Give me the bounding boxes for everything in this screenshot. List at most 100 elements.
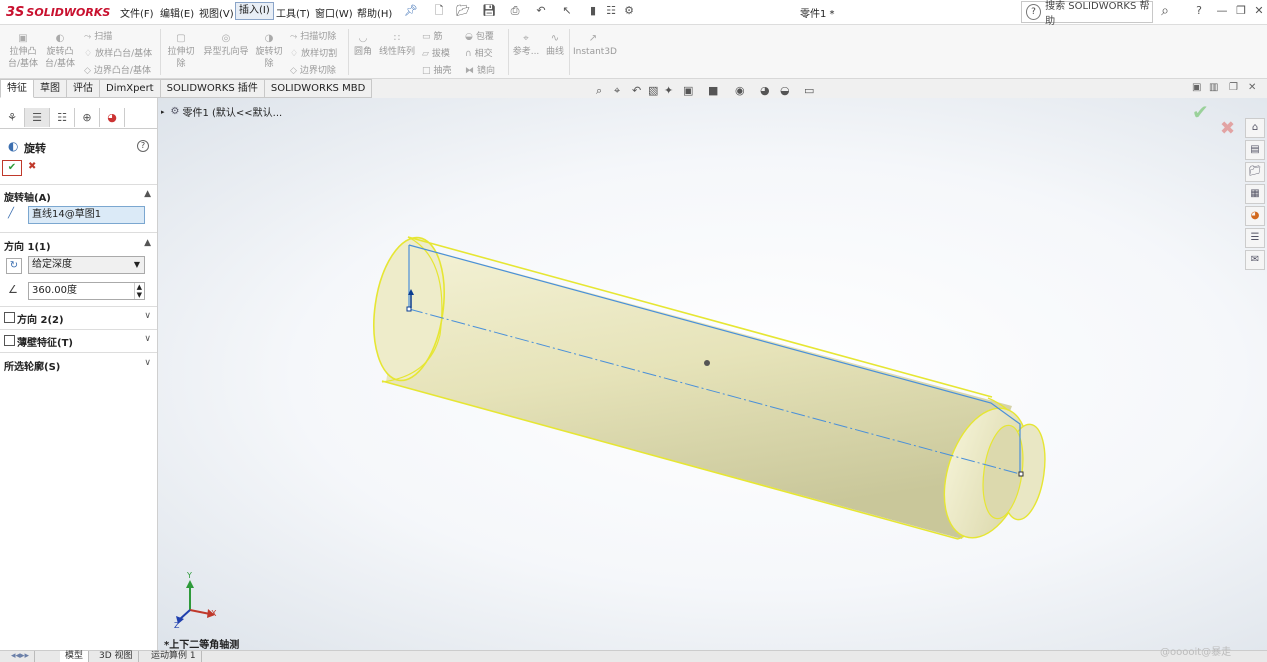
display-style-icon[interactable]: ■ [708,84,718,97]
tab-dimxpert[interactable]: DimXpert [100,79,161,98]
view-palette-icon[interactable]: ▦ [1245,184,1265,204]
thin-feature-checkbox[interactable] [4,335,15,346]
rib-button[interactable]: ▭ 筋 [422,29,443,42]
revolve-boss-button[interactable]: ◐ 旋转凸台/基体 [43,33,77,70]
revolved-part[interactable] [365,233,1050,548]
linear-pattern-button[interactable]: ∷ 线性阵列 [377,33,417,58]
direction2-checkbox[interactable] [4,312,15,323]
feature-manager-tab-icon[interactable]: ⚘ [0,108,25,127]
apply-scene-icon[interactable]: ◒ [780,84,790,97]
search-icon[interactable]: ⌕ [1158,4,1172,18]
help-menu-icon[interactable]: ? [1192,4,1206,18]
hole-wizard-button[interactable]: ◎ 异型孔向导 [202,33,250,58]
ok-check-button[interactable]: ✔ [2,160,22,176]
help-search-box[interactable]: ? 搜索 SOLIDWORKS 帮助 [1021,1,1153,27]
spinner-icon[interactable]: ▲ ▼ [133,283,142,299]
swept-cut-button[interactable]: ⤳ 扫描切除 [290,29,336,42]
tab-sketch[interactable]: 草图 [34,79,67,98]
tab-addins[interactable]: SOLIDWORKS 插件 [160,79,265,98]
extrude-boss-button[interactable]: ▣ 拉伸凸台/基体 [6,33,40,70]
solidworks-logo[interactable]: 3S SOLIDWORKS [6,3,110,21]
tab-features[interactable]: 特征 [0,79,34,98]
chevron-down-icon[interactable]: ∨ [144,334,151,344]
viewport-split-icon[interactable]: ▥ [1209,82,1218,93]
reverse-direction-icon[interactable]: ↻ [6,258,22,274]
menu-edit[interactable]: 编辑(E) [160,5,194,20]
design-library-icon[interactable]: ▤ [1245,140,1265,160]
file-properties-icon[interactable]: ☷ [604,4,618,18]
tab-mbd[interactable]: SOLIDWORKS MBD [264,79,373,98]
graphics-viewport[interactable]: ▸ ⚙ 零件1 (默认<<默认... ▣ ▥ ❐ ✕ ✔ ✖ Y X Z *上下… [158,82,1267,651]
forum-icon[interactable]: ✉ [1245,250,1265,270]
help-icon[interactable]: ? [137,140,149,152]
close-icon[interactable]: ✕ [1252,4,1266,18]
extrude-cut-button[interactable]: ▢ 拉伸切除 [166,33,196,70]
dimxpert-manager-tab-icon[interactable]: ⊕ [75,108,100,127]
chevron-down-icon[interactable]: ∨ [144,358,151,368]
pin-icon[interactable]: 📌︎ [404,4,418,18]
model-canvas[interactable]: Y X Z [158,98,1267,650]
end-condition-select[interactable]: 给定深度 ▼ [28,256,145,274]
angle-input[interactable]: 360.00度 ▲ ▼ [28,282,145,300]
options-gear-icon[interactable]: ⚙ [622,4,636,18]
section-view-icon[interactable]: ▧ [648,84,658,97]
boundary-boss-button[interactable]: ◇ 边界凸台/基体 [84,63,151,76]
fillet-button[interactable]: ◡ 圆角 [352,33,374,58]
undo-icon[interactable]: ↶ [534,4,548,18]
menu-window[interactable]: 窗口(W) [315,5,353,20]
tab-3d-views[interactable]: 3D 视图 [94,651,139,662]
wrap-button[interactable]: ◒ 包覆 [465,29,494,42]
edit-appearance-icon[interactable]: ◕ [760,84,770,97]
reference-geometry-button[interactable]: ⌖ 参考... [512,33,540,58]
select-icon[interactable]: ↖ [560,4,574,18]
new-document-icon[interactable]: 🗋 [432,4,446,18]
zoom-to-area-icon[interactable]: ⌖ [614,84,620,98]
menu-insert[interactable]: 插入(I) [235,2,274,20]
loft-button[interactable]: ♢ 放样凸台/基体 [84,46,152,59]
configuration-manager-tab-icon[interactable]: ☷ [50,108,75,127]
zoom-to-fit-icon[interactable]: ⌕ [596,84,602,98]
intersect-button[interactable]: ∩ 相交 [465,46,493,59]
axis-section-header[interactable]: 旋转轴(A) [4,189,51,204]
menu-help[interactable]: 帮助(H) [357,5,392,20]
custom-properties-icon[interactable]: ☰ [1245,228,1265,248]
print-icon[interactable]: ⎙ [508,4,522,18]
cancel-x-button[interactable]: ✖ [28,161,36,172]
viewport-tile-icon[interactable]: ▣ [1192,82,1201,93]
curves-button[interactable]: ∿ 曲线 [544,33,566,58]
viewport-close-icon[interactable]: ✕ [1248,82,1256,93]
viewport-restore-icon[interactable]: ❐ [1229,82,1238,93]
chevron-up-icon[interactable]: ▲ [144,189,151,199]
menu-tools[interactable]: 工具(T) [276,5,310,20]
menu-file[interactable]: 文件(F) [120,5,154,20]
chevron-up-icon[interactable]: ▲ [144,238,151,248]
view-settings-icon[interactable]: ▭ [804,84,814,97]
tab-scroll-arrows-icon[interactable]: ◂◂▸▸ [6,651,36,662]
rotation-axis-field[interactable]: 直线14@草图1 [28,206,145,224]
mirror-button[interactable]: ⧓ 镜向 [465,63,495,76]
tab-motion-study[interactable]: 运动算例 1 [146,651,202,662]
lofted-cut-button[interactable]: ♢ 放样切割 [290,46,337,59]
file-explorer-icon[interactable]: 📁︎ [1245,162,1265,182]
appearances-icon[interactable]: ◕ [1245,206,1265,226]
minimize-icon[interactable]: — [1215,4,1229,18]
restore-icon[interactable]: ❐ [1234,4,1248,18]
instant3d-button[interactable]: ↗ Instant3D [573,33,617,58]
shell-button[interactable]: □ 抽壳 [422,63,452,76]
menu-view[interactable]: 视图(V) [199,5,234,20]
revolve-cut-button[interactable]: ◑ 旋转切除 [254,33,284,70]
previous-view-icon[interactable]: ↶ [632,84,641,97]
boundary-cut-button[interactable]: ◇ 边界切除 [290,63,336,76]
view-orientation-icon[interactable]: ▣ [683,84,693,97]
chevron-down-icon[interactable]: ∨ [144,311,151,321]
direction1-header[interactable]: 方向 1(1) [4,238,51,253]
tab-evaluate[interactable]: 评估 [67,79,100,98]
dynamic-annotation-icon[interactable]: ✦ [664,84,673,97]
rebuild-icon[interactable]: ▮ [586,4,600,18]
home-icon[interactable]: ⌂ [1245,118,1265,138]
display-manager-tab-icon[interactable]: ◕ [100,108,125,127]
hide-show-items-icon[interactable]: ◉ [735,84,745,97]
save-icon[interactable]: 💾︎ [482,4,496,18]
open-icon[interactable]: 📂︎ [456,4,470,18]
sweep-button[interactable]: ⤳ 扫描 [84,29,112,42]
